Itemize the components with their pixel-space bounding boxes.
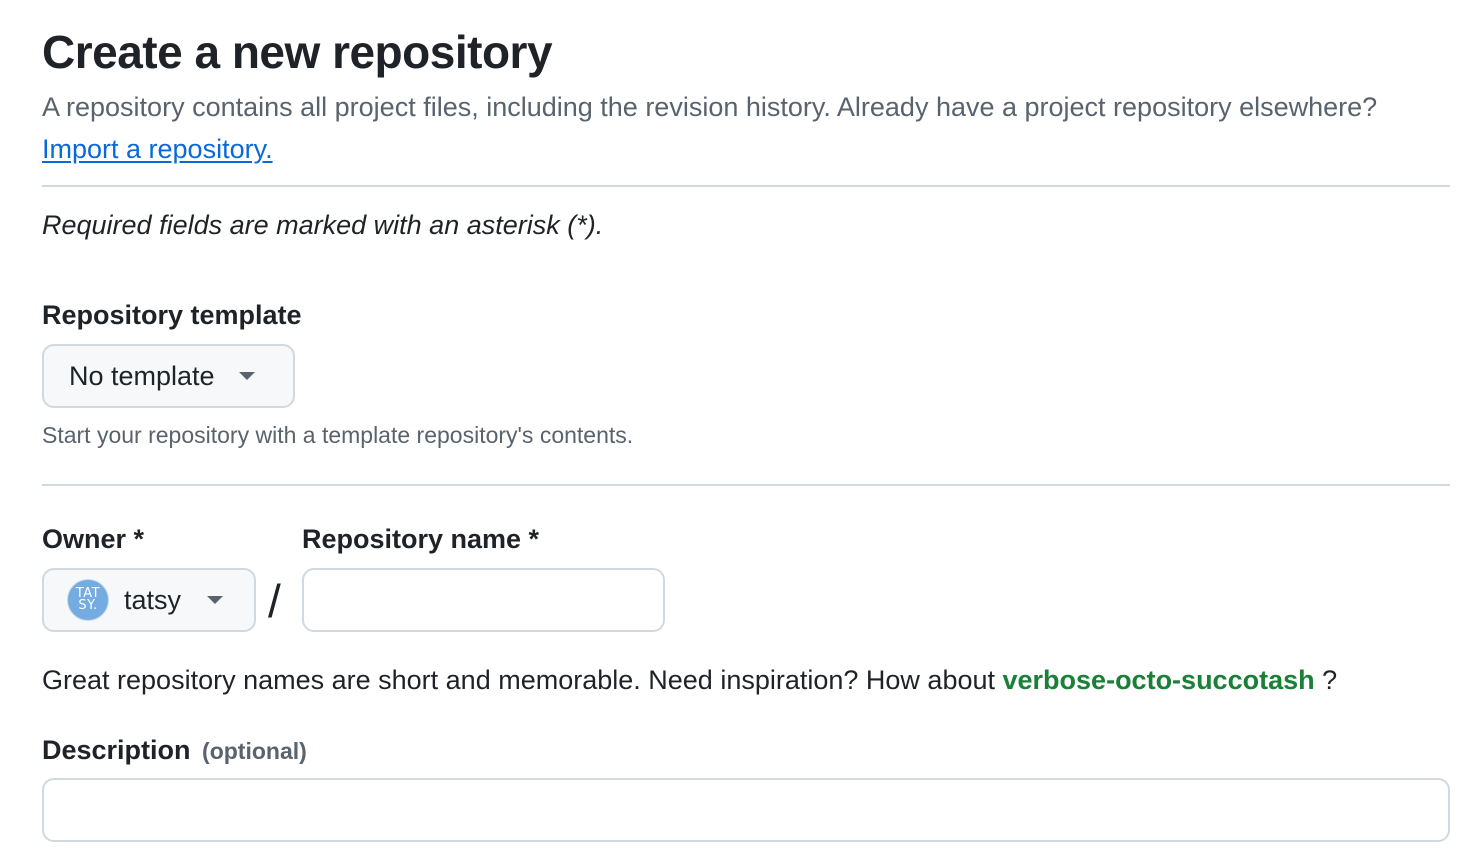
intro-description: A repository contains all project files,… xyxy=(42,92,1378,122)
page-title: Create a new repository xyxy=(42,26,553,78)
template-hint: Start your repository with a template re… xyxy=(42,422,634,448)
required-fields-note: Required fields are marked with an aster… xyxy=(42,210,604,240)
template-dropdown-button[interactable]: No template xyxy=(42,344,295,408)
suggestion-suffix: ? xyxy=(1322,665,1338,695)
triangle-down-icon xyxy=(238,372,255,380)
owner-name: tatsy xyxy=(124,584,182,615)
import-repository-link[interactable]: Import a repository. xyxy=(42,134,273,164)
repository-name-suggestion: Great repository names are short and mem… xyxy=(42,661,1337,699)
suggestion-text: Great repository names are short and mem… xyxy=(42,665,995,695)
repository-name-input[interactable] xyxy=(302,568,665,632)
divider xyxy=(42,185,1450,187)
description-label-text: Description xyxy=(42,735,191,765)
triangle-down-icon xyxy=(207,596,224,604)
avatar: TAT SY. xyxy=(67,579,109,621)
owner-repo-separator: / xyxy=(268,575,281,627)
avatar-text-line2: SY. xyxy=(78,598,98,613)
suggested-name-button[interactable]: verbose-octo-succotash xyxy=(1003,665,1315,695)
owner-label: Owner * xyxy=(42,524,145,554)
template-label: Repository template xyxy=(42,300,302,330)
description-input[interactable] xyxy=(42,778,1450,842)
repository-name-label: Repository name * xyxy=(302,524,540,554)
template-selected-value: No template xyxy=(69,360,215,391)
divider xyxy=(42,484,1450,486)
optional-tag: (optional) xyxy=(202,738,307,764)
intro-text: A repository contains all project files,… xyxy=(42,86,1382,170)
owner-dropdown-button[interactable]: TAT SY. tatsy xyxy=(42,568,256,632)
description-label: Description (optional) xyxy=(42,733,307,768)
